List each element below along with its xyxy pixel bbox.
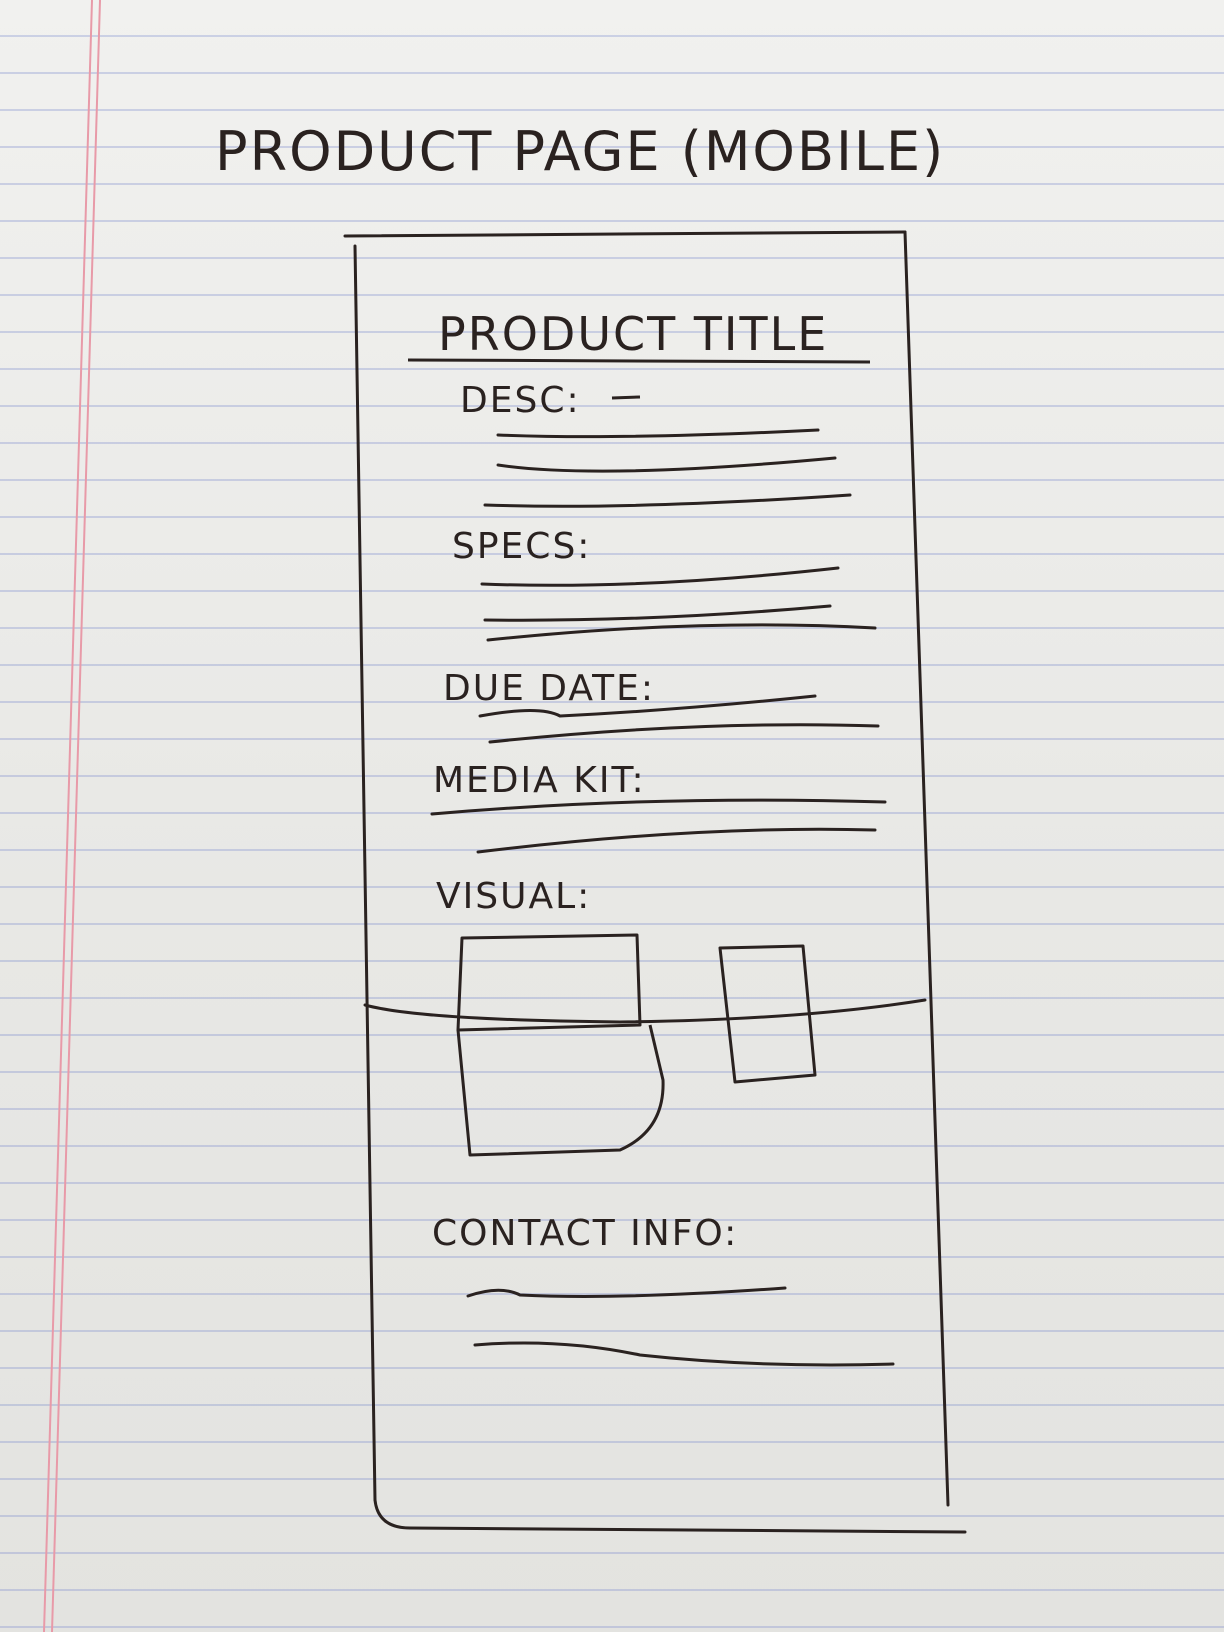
fold-crease-line <box>363 998 927 1024</box>
specs-text-lines <box>480 566 877 642</box>
visual-label: VISUAL: <box>436 876 591 917</box>
visual-image-placeholders <box>456 933 817 1157</box>
title-underline <box>407 358 871 364</box>
desc-text-lines <box>483 428 852 508</box>
margin-line-left <box>43 0 93 1632</box>
due-date-label: DUE DATE: <box>443 668 655 709</box>
contact-text-lines <box>466 1286 895 1367</box>
visual-image-large-bottom <box>456 1024 665 1157</box>
specs-label: SPECS: <box>452 526 591 567</box>
media-kit-label: MEDIA KIT: <box>433 760 646 801</box>
frame-top-edge <box>343 230 907 238</box>
frame-bottom-edge <box>373 1498 967 1534</box>
frame-left-edge <box>353 244 377 1502</box>
margin-line-right <box>51 0 101 1632</box>
contact-info-label: CONTACT INFO: <box>432 1213 738 1254</box>
media-kit-text-lines <box>430 798 887 854</box>
sketch-canvas: PRODUCT PAGE (MOBILE) PRODUCT TITLE DESC… <box>43 0 967 1632</box>
product-title: PRODUCT TITLE <box>438 307 828 361</box>
desc-dash <box>611 395 641 400</box>
visual-image-large-top <box>456 933 642 1032</box>
desc-label: DESC: <box>460 380 581 421</box>
frame-right-edge <box>903 230 950 1507</box>
page-heading: PRODUCT PAGE (MOBILE) <box>215 120 945 183</box>
